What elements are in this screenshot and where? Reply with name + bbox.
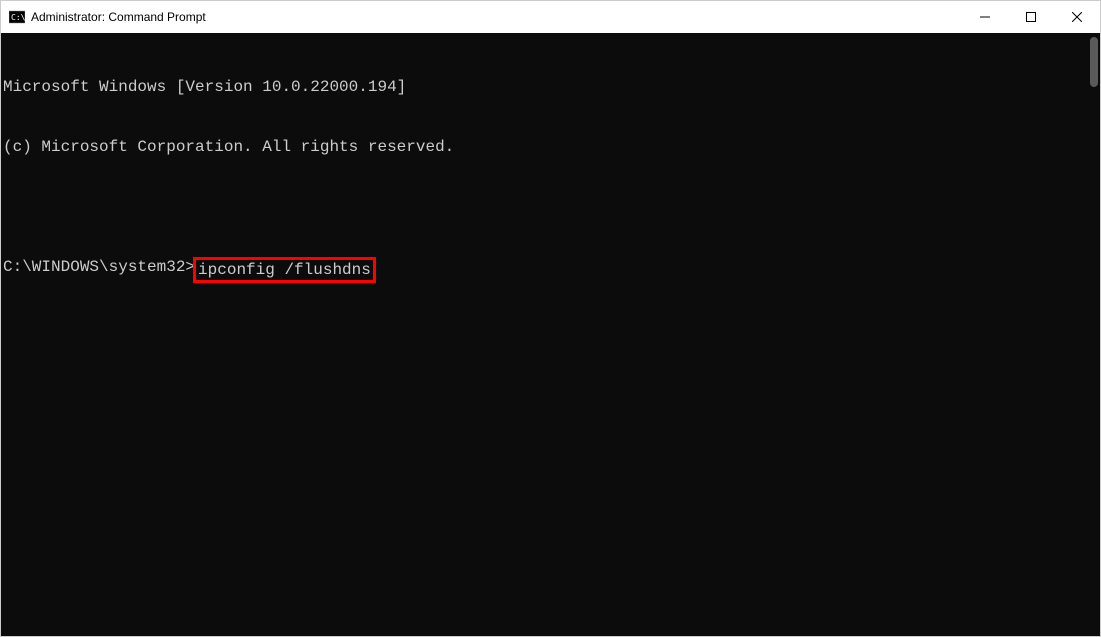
command-highlight: ipconfig /flushdns <box>193 257 376 283</box>
title-left: C:\ Administrator: Command Prompt <box>9 9 206 25</box>
terminal-line-copyright: (c) Microsoft Corporation. All rights re… <box>3 137 1098 157</box>
svg-text:C:\: C:\ <box>11 13 25 22</box>
terminal-prompt: C:\WINDOWS\system32> <box>3 257 195 277</box>
scrollbar[interactable] <box>1084 33 1100 636</box>
terminal-blank-line <box>3 197 1098 217</box>
window-controls <box>962 1 1100 33</box>
command-prompt-window: C:\ Administrator: Command Prompt <box>0 0 1101 637</box>
maximize-icon <box>1026 12 1036 22</box>
cmd-icon: C:\ <box>9 9 25 25</box>
close-icon <box>1072 12 1082 22</box>
terminal-prompt-line: C:\WINDOWS\system32>ipconfig /flushdns <box>3 257 1098 283</box>
terminal-command: ipconfig /flushdns <box>198 261 371 279</box>
terminal-content: Microsoft Windows [Version 10.0.22000.19… <box>1 33 1100 327</box>
scrollbar-thumb[interactable] <box>1090 37 1098 87</box>
maximize-button[interactable] <box>1008 1 1054 33</box>
terminal-line-version: Microsoft Windows [Version 10.0.22000.19… <box>3 77 1098 97</box>
close-button[interactable] <box>1054 1 1100 33</box>
minimize-icon <box>980 12 990 22</box>
window-title: Administrator: Command Prompt <box>31 10 206 24</box>
minimize-button[interactable] <box>962 1 1008 33</box>
terminal-area[interactable]: Microsoft Windows [Version 10.0.22000.19… <box>1 33 1100 636</box>
title-bar[interactable]: C:\ Administrator: Command Prompt <box>1 1 1100 33</box>
